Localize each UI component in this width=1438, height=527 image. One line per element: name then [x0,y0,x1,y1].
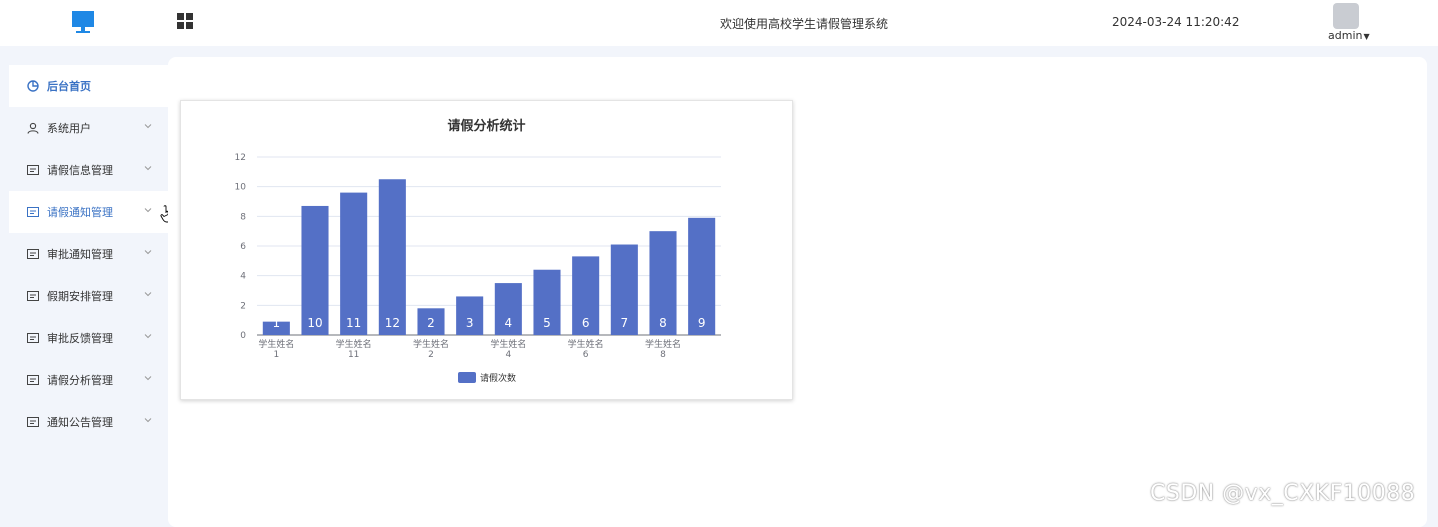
bar-value-label: 2 [427,316,435,330]
bar [340,192,368,335]
x-tick-label: 学生姓名 [336,338,372,350]
chevron-down-icon [144,376,152,381]
x-tick-label: 学生姓名 [490,338,526,350]
sidebar-item-label: 系统用户 [47,122,91,135]
chevron-down-icon [144,250,152,255]
user-dropdown[interactable]: admin▼ [1328,29,1370,42]
y-tick-label: 6 [240,242,246,252]
chevron-down-icon [144,418,152,423]
list-icon [27,207,39,217]
y-tick-label: 10 [235,183,247,193]
sidebar-item-leave-info[interactable]: 请假信息管理 [9,149,168,191]
legend-swatch [458,372,476,383]
sidebar-item-dashboard[interactable]: 后台首页 [9,65,168,107]
bar [378,179,406,335]
grid-menu-icon[interactable] [177,13,193,29]
sidebar-item-label: 请假分析管理 [47,374,113,387]
bar-value-label: 10 [307,316,322,330]
bar-chart: 0246810121 10 11 12 2 3 4 5 6 7 8 9学生姓名1学生姓名11学生姓名2… [235,153,721,384]
sidebar-item-holiday-schedule[interactable]: 假期安排管理 [9,275,168,317]
sidebar-item-label: 后台首页 [47,80,91,93]
bar-value-label: 1 [273,316,281,330]
sidebar-item-label: 通知公告管理 [47,416,113,429]
sidebar-item-leave-notice[interactable]: 请假通知管理 [9,191,173,233]
y-tick-label: 2 [240,301,246,311]
bar-value-label: 12 [385,316,400,330]
bar-value-label: 6 [582,316,590,330]
chevron-down-icon [144,334,152,339]
y-tick-label: 8 [240,212,246,222]
bar-value-label: 3 [466,316,474,330]
sidebar-item-label: 审批通知管理 [47,248,113,261]
x-tick-label: 4 [505,350,511,360]
sidebar-item-approval-feedback[interactable]: 审批反馈管理 [9,317,168,359]
monitor-icon [72,11,94,33]
pie-chart-icon [27,80,39,92]
x-tick-label: 学生姓名 [258,338,294,350]
bar-value-label: 4 [505,316,513,330]
sidebar-item-leave-analysis[interactable]: 请假分析管理 [9,359,168,401]
list-icon [27,165,39,175]
list-icon [27,291,39,301]
user-name: admin [1328,29,1363,42]
sidebar: 后台首页 系统用户 请假信息管理 请假通知管理 审批通知管理 假期安排管理 审批… [9,65,173,443]
sidebar-item-system-users[interactable]: 系统用户 [9,107,168,149]
chevron-down-icon [144,124,152,129]
chevron-down-icon [144,166,152,171]
current-datetime: 2024-03-24 11:20:42 [1112,15,1240,29]
x-tick-label: 学生姓名 [413,338,449,350]
bar-value-label: 5 [543,316,551,330]
bar-value-label: 7 [621,316,629,330]
y-tick-label: 0 [240,331,246,341]
top-bar: 欢迎使用高校学生请假管理系统 2024-03-24 11:20:42 admin… [0,0,1438,46]
caret-down-icon: ▼ [1363,32,1370,41]
legend-label: 请假次数 [480,372,516,384]
chevron-down-icon [144,292,152,297]
bar-value-label: 11 [346,316,361,330]
user-icon [27,122,39,134]
list-icon [27,333,39,343]
avatar[interactable] [1333,3,1359,29]
x-tick-label: 8 [660,350,666,360]
sidebar-item-approval-notice[interactable]: 审批通知管理 [9,233,168,275]
bar-value-label: 9 [698,316,706,330]
x-tick-label: 11 [348,350,359,360]
sidebar-item-announcements[interactable]: 通知公告管理 [9,401,168,443]
bar-value-label: 8 [659,316,667,330]
y-tick-label: 12 [235,153,246,163]
list-icon [27,375,39,385]
y-tick-label: 4 [240,272,246,282]
x-tick-label: 学生姓名 [645,338,681,350]
site-title: 欢迎使用高校学生请假管理系统 [720,17,889,31]
list-icon [27,417,39,427]
sidebar-item-label: 审批反馈管理 [47,332,113,345]
sidebar-item-label: 假期安排管理 [47,290,113,303]
sidebar-item-label: 请假信息管理 [47,164,113,177]
x-tick-label: 6 [583,350,589,360]
x-tick-label: 2 [428,350,434,360]
chevron-down-icon [144,208,152,213]
list-icon [27,249,39,259]
sidebar-item-label: 请假通知管理 [47,206,113,219]
x-tick-label: 学生姓名 [568,338,604,350]
watermark-text: CSDN @vx_CXKF10088 [1150,481,1416,506]
x-tick-label: 1 [273,350,279,360]
leave-statistics-card: 请假分析统计 0 2 4 6 8 10 12 1 10 11 12 2 3 4 5 6 7 8 9 学生姓名 1 学生姓名… [180,100,793,400]
